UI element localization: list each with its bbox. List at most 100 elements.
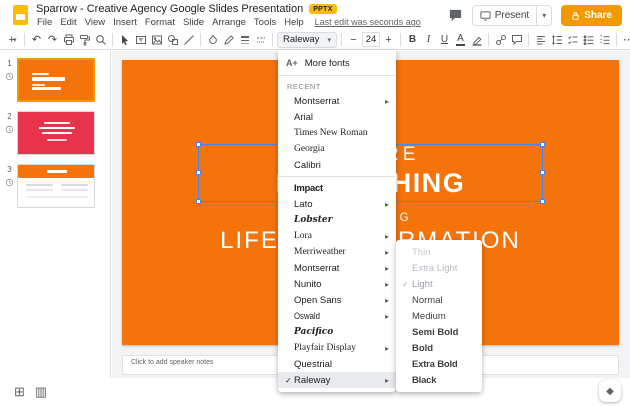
underline-button[interactable]: U [437,32,452,48]
menu-view[interactable]: View [81,17,109,28]
add-comment-button[interactable] [509,32,524,48]
weight-item-extra-light[interactable]: Extra Light [396,260,482,276]
selection-handle[interactable] [540,142,545,147]
text-color-button[interactable]: A [453,32,468,48]
menu-slide[interactable]: Slide [179,17,208,28]
toolbar-divider [488,33,489,46]
numbered-list-button[interactable] [597,32,612,48]
grid-view-button[interactable]: ⊞ [14,384,25,400]
border-weight-button[interactable] [237,32,252,48]
menu-edit[interactable]: Edit [56,17,80,28]
font-item-lobster[interactable]: Lobster [278,212,396,228]
font-item-calibri[interactable]: Calibri [278,157,396,173]
menu-insert[interactable]: Insert [109,17,141,28]
new-slide-button[interactable]: +▾ [5,32,20,48]
select-tool-button[interactable] [117,32,132,48]
align-button[interactable] [533,32,548,48]
weight-item-medium[interactable]: Medium [396,308,482,324]
slide-2-thumbnail[interactable] [17,111,95,155]
increase-font-size-button[interactable]: + [381,32,396,48]
weight-item-normal[interactable]: Normal [396,292,482,308]
selection-handle[interactable] [540,170,545,175]
menu-bar: File Edit View Insert Format Slide Arran… [33,17,421,28]
highlight-color-button[interactable] [469,32,484,48]
slides-app-icon[interactable] [13,5,28,25]
font-item-times-new-roman[interactable]: Times New Roman [278,125,396,141]
weight-item-thin[interactable]: Thin [396,244,482,260]
font-item-nunito[interactable]: Nunito▸ [278,276,396,292]
weight-item-extra-bold[interactable]: Extra Bold [396,356,482,372]
redo-icon: ↷ [48,33,57,46]
redo-button[interactable]: ↷ [45,32,60,48]
text-box-button[interactable] [133,32,148,48]
comment-history-button[interactable] [448,8,463,23]
paint-format-button[interactable] [77,32,92,48]
insert-shape-button[interactable] [165,32,180,48]
menu-tools[interactable]: Tools [250,17,280,28]
font-item-open-sans[interactable]: Open Sans▸ [278,292,396,308]
selection-handle[interactable] [540,199,545,204]
font-item-questrial[interactable]: Questrial [278,356,396,372]
font-item-arial[interactable]: Arial [278,109,396,125]
more-fonts-item[interactable]: A+ More fonts [278,54,396,72]
slide-3-thumbnail[interactable] [17,164,95,208]
bulleted-list-button[interactable] [581,32,596,48]
menu-help[interactable]: Help [280,17,308,28]
weight-item-semi-bold[interactable]: Semi Bold [396,324,482,340]
line-icon [183,34,195,46]
font-family-select[interactable]: Raleway ▾ [277,32,337,48]
menu-format[interactable]: Format [141,17,179,28]
document-title[interactable]: Sparrow - Creative Agency Google Slides … [36,3,303,15]
weight-item-light[interactable]: ✓Light [396,276,482,292]
font-item-lato[interactable]: Lato▸ [278,196,396,212]
toolbar-divider [24,33,25,46]
zoom-icon [95,34,107,46]
font-item-impact[interactable]: Impact [278,180,396,196]
font-item-montserrat[interactable]: Montserrat▸ [278,260,396,276]
undo-button[interactable]: ↶ [29,32,44,48]
print-button[interactable] [61,32,76,48]
slide-1-thumbnail[interactable] [17,58,95,102]
text-color-icon: A [456,34,465,46]
font-item-merriweather[interactable]: Merriweather▸ [278,244,396,260]
checklist-button[interactable] [565,32,580,48]
insert-link-button[interactable] [493,32,508,48]
fill-color-button[interactable] [205,32,220,48]
present-label: Present [495,10,529,21]
decrease-font-size-button[interactable]: − [346,32,361,48]
present-dropdown[interactable]: ▾ [536,6,551,25]
font-item-pacifico[interactable]: Pacifico [278,324,396,340]
line-spacing-button[interactable] [549,32,564,48]
border-color-button[interactable] [221,32,236,48]
slides-app-icon-inner [16,14,25,20]
explore-button[interactable]: ◆ [599,380,621,402]
font-item-georgia[interactable]: Georgia [278,141,396,157]
font-item-oswald[interactable]: Oswald▸ [278,308,396,324]
weight-item-bold[interactable]: Bold [396,340,482,356]
zoom-button[interactable] [93,32,108,48]
font-item-raleway[interactable]: ✓Raleway▸ [278,372,396,388]
menu-arrange[interactable]: Arrange [208,17,250,28]
italic-button[interactable]: I [421,32,436,48]
insert-line-button[interactable] [181,32,196,48]
present-button[interactable]: Present ▾ [472,5,552,26]
bold-button[interactable]: B [405,32,420,48]
selection-handle[interactable] [196,170,201,175]
insert-image-button[interactable] [149,32,164,48]
selection-handle[interactable] [196,199,201,204]
submenu-arrow-icon: ▸ [385,232,389,241]
share-button[interactable]: Share [561,5,622,26]
filmstrip-view-button[interactable]: ▥ [35,384,47,400]
font-item-montserrat-recent[interactable]: Montserrat▸ [278,93,396,109]
font-item-lora[interactable]: Lora▸ [278,228,396,244]
submenu-arrow-icon: ▸ [385,264,389,273]
font-size-input[interactable]: 24 [362,32,380,47]
menu-file[interactable]: File [33,17,56,28]
font-item-playfair-display[interactable]: Playfair Display▸ [278,340,396,356]
weight-item-black[interactable]: Black [396,372,482,388]
present-button-main[interactable]: Present [473,10,536,21]
more-options-button[interactable]: ⋯ [621,32,630,48]
selection-handle[interactable] [196,142,201,147]
last-edit-link[interactable]: Last edit was seconds ago [315,17,421,27]
border-dash-button[interactable] [253,32,268,48]
